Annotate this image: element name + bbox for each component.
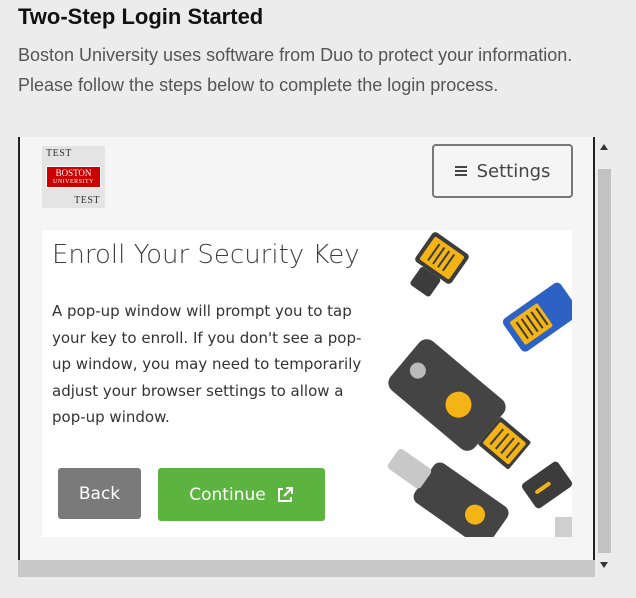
- scroll-up-icon[interactable]: [600, 144, 608, 150]
- external-link-icon: [277, 486, 293, 502]
- duo-frame: TEST BOSTON UNIVERSITY TEST Settings Enr…: [18, 137, 595, 560]
- settings-button[interactable]: Settings: [432, 144, 573, 198]
- settings-label: Settings: [476, 160, 551, 182]
- security-keys-illustration: [387, 232, 572, 537]
- continue-label: Continue: [189, 484, 266, 505]
- logo-mark: BOSTON UNIVERSITY: [46, 166, 101, 188]
- enroll-card: Enroll Your Security Key A pop-up window…: [42, 230, 572, 537]
- scroll-down-icon[interactable]: [600, 562, 608, 568]
- logo-name-line1: BOSTON: [55, 168, 92, 178]
- page-description: Boston University uses software from Duo…: [18, 45, 573, 95]
- enroll-instructions: A pop-up window will prompt you to tap y…: [52, 302, 362, 426]
- enroll-title: Enroll Your Security Key: [52, 240, 360, 270]
- logo-top-text: TEST: [46, 148, 72, 159]
- vertical-scrollbar[interactable]: [596, 137, 613, 577]
- logo-name-line2: UNIVERSITY: [53, 179, 94, 185]
- back-button[interactable]: Back: [58, 468, 141, 519]
- scroll-thumb[interactable]: [598, 169, 611, 553]
- continue-button[interactable]: Continue: [158, 468, 325, 521]
- hamburger-icon: [454, 166, 467, 176]
- logo-bottom-text: TEST: [74, 195, 100, 206]
- boston-university-logo: TEST BOSTON UNIVERSITY TEST: [42, 146, 105, 208]
- horizontal-scrollbar[interactable]: [18, 560, 595, 577]
- page-title: Two-Step Login Started: [18, 4, 264, 29]
- back-label: Back: [78, 483, 121, 504]
